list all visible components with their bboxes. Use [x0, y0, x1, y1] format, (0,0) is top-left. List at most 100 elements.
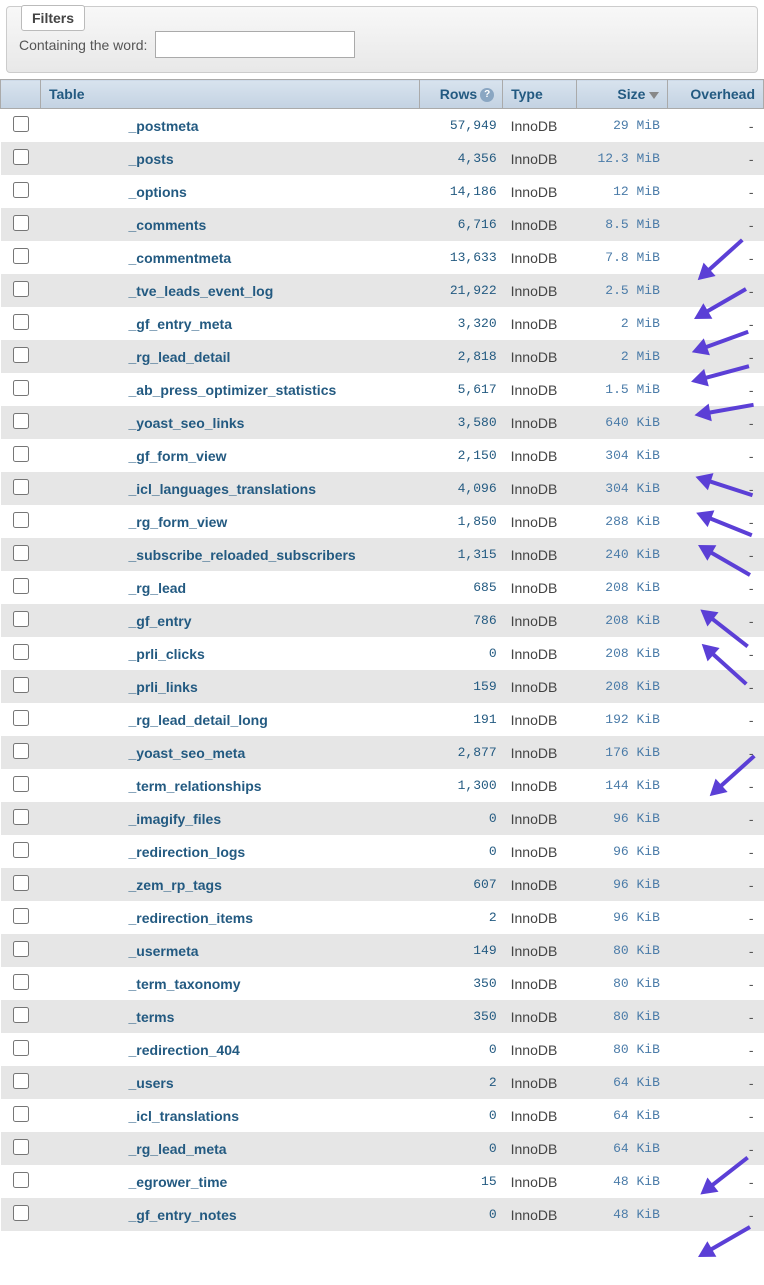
row-size[interactable]: 1.5 MiB	[576, 373, 668, 406]
row-size[interactable]: 48 KiB	[576, 1165, 668, 1198]
table-link[interactable]: _rg_lead_detail_long	[129, 712, 268, 728]
row-size[interactable]: 64 KiB	[576, 1099, 668, 1132]
row-size[interactable]: 96 KiB	[576, 868, 668, 901]
row-checkbox[interactable]	[13, 578, 29, 594]
table-link[interactable]: _redirection_404	[129, 1042, 240, 1058]
row-size[interactable]: 176 KiB	[576, 736, 668, 769]
row-size[interactable]: 96 KiB	[576, 802, 668, 835]
row-checkbox[interactable]	[13, 1007, 29, 1023]
table-link[interactable]: _subscribe_reloaded_subscribers	[129, 547, 356, 563]
row-size[interactable]: 80 KiB	[576, 1000, 668, 1033]
containing-word-input[interactable]	[155, 31, 355, 58]
table-link[interactable]: _rg_lead	[129, 580, 187, 596]
row-size[interactable]: 640 KiB	[576, 406, 668, 439]
row-size[interactable]: 208 KiB	[576, 670, 668, 703]
row-checkbox[interactable]	[13, 677, 29, 693]
table-link[interactable]: _term_taxonomy	[129, 976, 241, 992]
row-size[interactable]: 144 KiB	[576, 769, 668, 802]
row-checkbox[interactable]	[13, 1040, 29, 1056]
row-checkbox[interactable]	[13, 1073, 29, 1089]
row-checkbox[interactable]	[13, 545, 29, 561]
table-link[interactable]: _options	[129, 184, 187, 200]
row-size[interactable]: 12.3 MiB	[576, 142, 668, 175]
row-size[interactable]: 64 KiB	[576, 1132, 668, 1165]
table-link[interactable]: _postmeta	[129, 118, 199, 134]
table-link[interactable]: _tve_leads_event_log	[129, 283, 274, 299]
table-link[interactable]: _redirection_logs	[129, 844, 246, 860]
table-link[interactable]: _imagify_files	[129, 811, 222, 827]
table-link[interactable]: _redirection_items	[129, 910, 254, 926]
header-type[interactable]: Type	[503, 80, 576, 109]
row-size[interactable]: 240 KiB	[576, 538, 668, 571]
table-link[interactable]: _users	[129, 1075, 174, 1091]
row-size[interactable]: 7.8 MiB	[576, 241, 668, 274]
header-table[interactable]: Table	[41, 80, 420, 109]
table-link[interactable]: _terms	[129, 1009, 175, 1025]
table-link[interactable]: _icl_translations	[129, 1108, 240, 1124]
row-checkbox[interactable]	[13, 248, 29, 264]
header-overhead[interactable]: Overhead	[668, 80, 764, 109]
row-size[interactable]: 2 MiB	[576, 340, 668, 373]
row-checkbox[interactable]	[13, 974, 29, 990]
row-size[interactable]: 80 KiB	[576, 934, 668, 967]
table-link[interactable]: _prli_clicks	[129, 646, 205, 662]
table-link[interactable]: _egrower_time	[129, 1174, 228, 1190]
row-size[interactable]: 304 KiB	[576, 472, 668, 505]
table-link[interactable]: _prli_links	[129, 679, 198, 695]
table-link[interactable]: _rg_form_view	[129, 514, 228, 530]
row-checkbox[interactable]	[13, 1172, 29, 1188]
row-checkbox[interactable]	[13, 413, 29, 429]
row-checkbox[interactable]	[13, 941, 29, 957]
table-link[interactable]: _gf_entry	[129, 613, 192, 629]
row-checkbox[interactable]	[13, 347, 29, 363]
row-checkbox[interactable]	[13, 1139, 29, 1155]
row-checkbox[interactable]	[13, 446, 29, 462]
row-size[interactable]: 80 KiB	[576, 1033, 668, 1066]
table-link[interactable]: _rg_lead_detail	[129, 349, 231, 365]
row-checkbox[interactable]	[13, 743, 29, 759]
row-checkbox[interactable]	[13, 710, 29, 726]
row-size[interactable]: 64 KiB	[576, 1066, 668, 1099]
row-size[interactable]: 304 KiB	[576, 439, 668, 472]
row-checkbox[interactable]	[13, 512, 29, 528]
row-checkbox[interactable]	[13, 809, 29, 825]
row-checkbox[interactable]	[13, 380, 29, 396]
table-link[interactable]: _gf_entry_notes	[129, 1207, 237, 1223]
table-link[interactable]: _yoast_seo_meta	[129, 745, 246, 761]
table-link[interactable]: _zem_rp_tags	[129, 877, 222, 893]
help-icon[interactable]: ?	[480, 88, 494, 102]
header-size[interactable]: Size	[576, 80, 668, 109]
row-checkbox[interactable]	[13, 776, 29, 792]
table-link[interactable]: _gf_entry_meta	[129, 316, 233, 332]
row-size[interactable]: 192 KiB	[576, 703, 668, 736]
row-size[interactable]: 2 MiB	[576, 307, 668, 340]
row-size[interactable]: 288 KiB	[576, 505, 668, 538]
row-size[interactable]: 208 KiB	[576, 604, 668, 637]
row-checkbox[interactable]	[13, 182, 29, 198]
row-size[interactable]: 208 KiB	[576, 637, 668, 670]
row-size[interactable]: 29 MiB	[576, 109, 668, 143]
table-link[interactable]: _term_relationships	[129, 778, 262, 794]
table-link[interactable]: _usermeta	[129, 943, 199, 959]
table-link[interactable]: _rg_lead_meta	[129, 1141, 227, 1157]
row-checkbox[interactable]	[13, 842, 29, 858]
header-rows[interactable]: Rows?	[419, 80, 503, 109]
row-size[interactable]: 80 KiB	[576, 967, 668, 1000]
table-link[interactable]: _ab_press_optimizer_statistics	[129, 382, 337, 398]
table-link[interactable]: _posts	[129, 151, 174, 167]
row-checkbox[interactable]	[13, 611, 29, 627]
row-size[interactable]: 2.5 MiB	[576, 274, 668, 307]
row-checkbox[interactable]	[13, 1205, 29, 1221]
row-checkbox[interactable]	[13, 149, 29, 165]
row-checkbox[interactable]	[13, 314, 29, 330]
row-checkbox[interactable]	[13, 908, 29, 924]
table-link[interactable]: _commentmeta	[129, 250, 232, 266]
table-link[interactable]: _gf_form_view	[129, 448, 227, 464]
row-checkbox[interactable]	[13, 644, 29, 660]
row-checkbox[interactable]	[13, 215, 29, 231]
row-size[interactable]: 8.5 MiB	[576, 208, 668, 241]
row-checkbox[interactable]	[13, 479, 29, 495]
table-link[interactable]: _comments	[129, 217, 207, 233]
row-checkbox[interactable]	[13, 875, 29, 891]
row-checkbox[interactable]	[13, 1106, 29, 1122]
